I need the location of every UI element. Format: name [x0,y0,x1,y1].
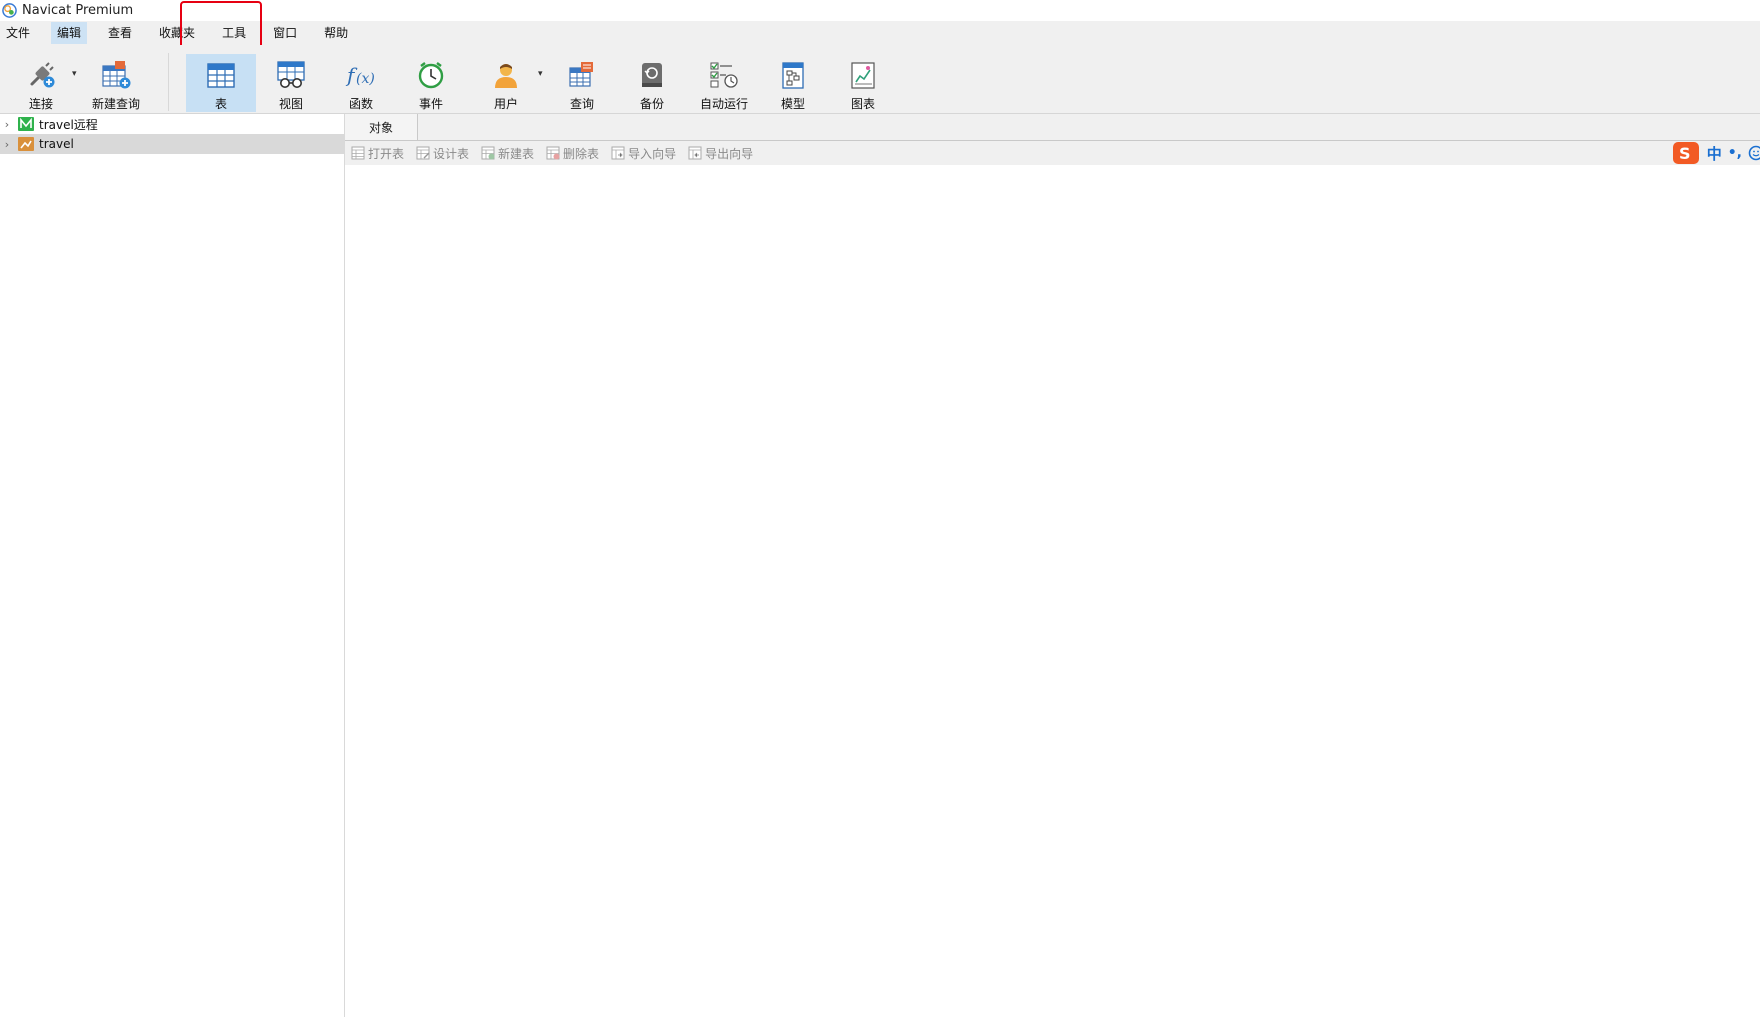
object-toolbar: 打开表 设计表 新建表 删除表 导入向导 导出向导 S 中 •, [345,141,1760,165]
import-wizard-label: 导入向导 [628,146,677,161]
sogou-ime-icon: S [1672,142,1699,164]
main-toolbar: 连接 ▾ 新建查询 表 视图 f (x) 函数 事件 用户 ▾ 查询 备份 自动… [0,45,1760,114]
query-button[interactable]: 查询 [553,52,611,112]
objects-panel: 对象 打开表 设计表 新建表 删除表 导入向导 导出向导 S 中 •, [345,114,1760,1017]
open-table-icon [351,146,365,160]
ime-punctuation[interactable]: •, [1728,145,1742,161]
table-icon [207,63,235,88]
menu-window[interactable]: 窗口 [267,22,303,44]
backup-label: 备份 [639,97,664,111]
new-table-label: 新建表 [498,146,535,161]
connection-tree-panel: › travel远程 › travel [0,114,345,1017]
query-label: 查询 [569,97,594,111]
navicat-logo-icon [2,3,17,18]
connect-label: 连接 [28,97,53,111]
autorun-icon [710,62,738,88]
view-button[interactable]: 视图 [262,52,320,112]
menu-help[interactable]: 帮助 [318,22,354,44]
new-table-icon [481,146,495,160]
ime-language[interactable]: 中 [1707,143,1722,164]
autorun-button[interactable]: 自动运行 [691,52,757,112]
new-table-button[interactable]: 新建表 [481,145,534,162]
expand-chevron-icon[interactable]: › [0,138,14,151]
chart-label: 图表 [850,97,875,111]
new-query-button[interactable]: 新建查询 [88,52,144,112]
export-wizard-button[interactable]: 导出向导 [688,145,753,162]
event-label: 事件 [418,97,443,111]
tree-item-travel-remote[interactable]: › travel远程 [0,114,344,134]
import-wizard-button[interactable]: 导入向导 [611,145,676,162]
remote-db-icon [18,117,34,131]
svg-text:(x): (x) [356,71,375,87]
connect-button[interactable]: 连接 [14,52,68,112]
menu-edit[interactable]: 编辑 [51,22,88,44]
design-table-label: 设计表 [433,146,470,161]
tree-item-label: travel [39,137,74,151]
menu-bar: 文件 编辑 查看 收藏夹 工具 窗口 帮助 [0,21,1760,45]
autorun-label: 自动运行 [699,97,748,111]
tab-objects[interactable]: 对象 [345,114,418,140]
plug-icon [30,62,55,88]
objects-content-area[interactable] [345,166,1760,1017]
delete-table-button[interactable]: 删除表 [546,145,599,162]
model-label: 模型 [780,97,805,111]
design-table-button[interactable]: 设计表 [416,145,469,162]
function-button[interactable]: f (x) 函数 [332,52,390,112]
user-label: 用户 [493,97,518,111]
table-button[interactable]: 表 [186,54,256,112]
function-icon: f (x) [345,63,375,87]
chart-icon [851,62,875,89]
open-table-label: 打开表 [368,146,405,161]
model-button[interactable]: 模型 [764,52,822,112]
expand-chevron-icon[interactable]: › [0,118,14,131]
delete-table-icon [546,146,560,160]
local-db-icon [18,137,34,151]
backup-button[interactable]: 备份 [623,52,681,112]
new-query-icon [102,61,131,89]
ime-status-bar[interactable]: S 中 •, [1672,142,1760,164]
backup-icon [642,63,662,87]
menu-view[interactable]: 查看 [102,22,138,44]
view-label: 视图 [278,97,303,111]
view-icon [277,61,305,88]
delete-table-label: 删除表 [563,146,600,161]
export-wizard-label: 导出向导 [705,146,754,161]
chart-button[interactable]: 图表 [834,52,892,112]
design-table-icon [416,146,430,160]
svg-text:S: S [1679,144,1691,163]
new-query-label: 新建查询 [91,97,140,111]
user-dropdown-icon[interactable]: ▾ [538,69,546,79]
table-label: 表 [214,97,227,111]
model-icon [782,62,804,89]
import-wizard-icon [611,146,625,160]
tree-item-travel[interactable]: › travel [0,134,344,154]
emoji-icon[interactable] [1748,145,1760,161]
user-button[interactable]: 用户 [476,52,536,112]
menu-tools[interactable]: 工具 [216,22,252,44]
user-icon [495,64,517,88]
tab-bar: 对象 [345,114,1760,141]
export-wizard-icon [688,146,702,160]
menu-file[interactable]: 文件 [0,22,36,44]
clock-icon [418,62,444,89]
open-table-button[interactable]: 打开表 [351,145,404,162]
function-label: 函数 [348,97,373,111]
query-icon [569,62,593,87]
tree-item-label: travel远程 [39,117,98,132]
title-bar: Navicat Premium [0,0,1760,21]
event-button[interactable]: 事件 [402,52,460,112]
connect-dropdown-icon[interactable]: ▾ [72,69,80,79]
toolbar-separator [168,53,169,111]
window-title: Navicat Premium [22,3,134,18]
menu-favorites[interactable]: 收藏夹 [153,22,201,44]
